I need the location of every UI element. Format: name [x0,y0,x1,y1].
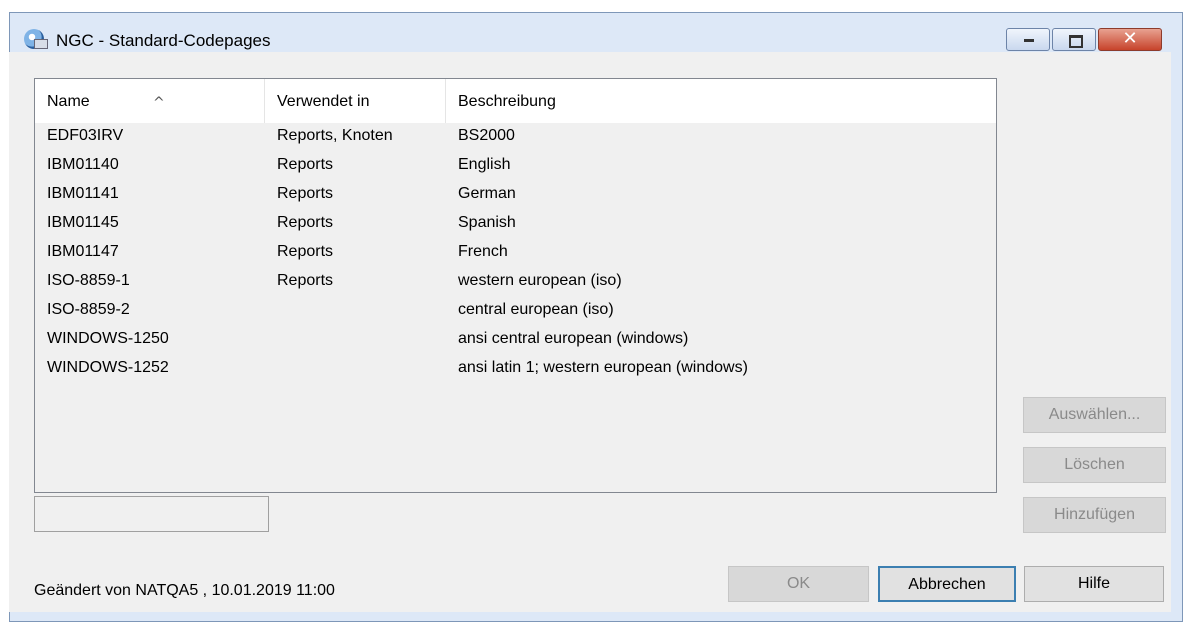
cell-name: EDF03IRV [47,127,124,144]
select-button[interactable]: Auswählen... [1023,397,1166,433]
column-header-name[interactable]: Name ^ [35,79,265,123]
close-icon: ✕ [1122,28,1138,49]
maximize-icon [1069,35,1083,48]
column-header-name-label: Name [47,93,90,110]
list-row[interactable]: IBM01141 Reports German [35,179,996,208]
cell-description: BS2000 [458,127,515,144]
list-row[interactable]: ISO-8859-1 Reports western european (iso… [35,266,996,295]
cell-description: Spanish [458,214,516,231]
cell-used-in: Reports [277,156,334,173]
list-row[interactable]: ISO-8859-2 central european (iso) [35,295,996,324]
cell-description: central european (iso) [458,301,614,318]
cell-description: ansi central european (windows) [458,330,689,347]
column-header-used-in[interactable]: Verwendet in [265,79,446,123]
delete-button[interactable]: Löschen [1023,447,1166,483]
sort-ascending-icon: ^ [153,95,165,111]
add-button[interactable]: Hinzufügen [1023,497,1166,533]
ok-button[interactable]: OK [728,566,869,602]
maximize-button[interactable] [1052,28,1096,51]
cell-used-in: Reports [277,214,334,231]
status-field [34,496,269,532]
minimize-button[interactable] [1006,28,1050,51]
column-header-description-label: Beschreibung [458,93,556,110]
cell-name: WINDOWS-1250 [47,330,169,347]
list-row[interactable]: WINDOWS-1252 ansi latin 1; western europ… [35,353,996,382]
column-header-description[interactable]: Beschreibung [446,79,996,123]
list-row[interactable]: WINDOWS-1250 ansi central european (wind… [35,324,996,353]
cell-description: English [458,156,511,173]
minimize-icon [1024,39,1034,42]
list-row[interactable]: IBM01145 Reports Spanish [35,208,996,237]
close-button[interactable]: ✕ [1098,28,1162,51]
window-title: NGC - Standard-Codepages [56,31,271,50]
cell-name: ISO-8859-2 [47,301,130,318]
cell-name: IBM01147 [47,243,119,260]
cell-used-in: Reports [277,185,334,202]
cell-name: WINDOWS-1252 [47,359,169,376]
modified-by-text: Geändert von NATQA5 , 10.01.2019 11:00 [34,582,335,599]
cell-used-in: Reports [277,272,334,289]
cell-name: IBM01140 [47,156,119,173]
list-row[interactable]: IBM01147 Reports French [35,237,996,266]
list-row[interactable]: EDF03IRV Reports, Knoten BS2000 [35,121,996,150]
cell-name: IBM01141 [47,185,119,202]
cell-used-in: Reports [277,243,334,260]
cell-name: IBM01145 [47,214,119,231]
cell-description: ansi latin 1; western european (windows) [458,359,748,376]
cell-description: western european (iso) [458,272,622,289]
column-header-used-in-label: Verwendet in [277,93,370,110]
help-button[interactable]: Hilfe [1024,566,1164,602]
cell-used-in: Reports, Knoten [277,127,393,144]
list-row[interactable]: IBM01140 Reports English [35,150,996,179]
app-icon [24,29,48,49]
cancel-button[interactable]: Abbrechen [878,566,1016,602]
cell-name: ISO-8859-1 [47,272,130,289]
list-header: Name ^ Verwendet in Beschreibung [35,79,996,123]
cell-description: French [458,243,508,260]
codepage-list[interactable]: Name ^ Verwendet in Beschreibung EDF03IR… [34,78,997,493]
cell-description: German [458,185,516,202]
